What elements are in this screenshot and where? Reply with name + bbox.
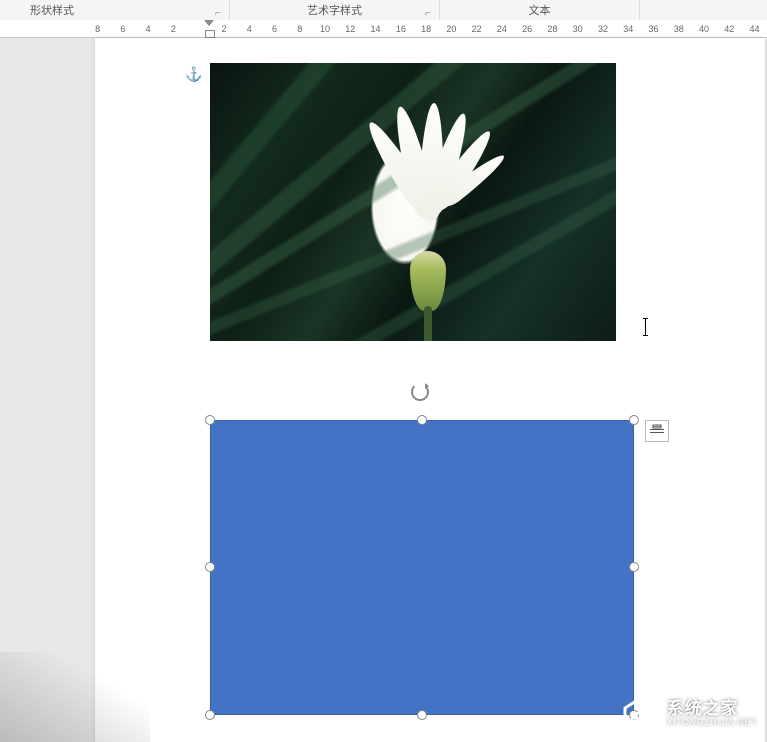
ruler-tick: 34: [616, 24, 641, 34]
resize-handle-middle-right[interactable]: [629, 562, 639, 572]
ruler-tick: 26: [515, 24, 540, 34]
resize-handle-top-middle[interactable]: [417, 415, 427, 425]
ruler-tick: 24: [489, 24, 514, 34]
ruler-tick: 10: [312, 24, 337, 34]
resize-handle-middle-left[interactable]: [205, 562, 215, 572]
dialog-launcher-icon[interactable]: ⌐: [215, 8, 225, 18]
dialog-launcher-icon[interactable]: ⌐: [425, 8, 435, 18]
layout-options-button[interactable]: [645, 420, 669, 442]
watermark-title: 系统之家: [667, 700, 757, 719]
watermark-logo-icon: [621, 696, 661, 732]
group-label-wordart: 艺术字样式: [307, 2, 362, 18]
ruler-tick: 12: [338, 24, 363, 34]
ruler-tick: 4: [136, 24, 161, 34]
ruler-tick: 30: [565, 24, 590, 34]
watermark: 系统之家 XITONGZHIJIA.NET: [621, 696, 757, 732]
ruler-tick: 20: [439, 24, 464, 34]
text-cursor-icon: [645, 318, 646, 336]
layout-options-icon: [649, 424, 665, 438]
resize-handle-top-right[interactable]: [629, 415, 639, 425]
ruler-tick: 16: [388, 24, 413, 34]
ruler-tick: 22: [464, 24, 489, 34]
ruler-tick: 6: [262, 24, 287, 34]
rotate-handle-icon[interactable]: [411, 383, 429, 401]
ruler-tick: 2: [161, 24, 186, 34]
group-wordart-styles: 艺术字样式 ⌐: [230, 0, 440, 20]
ruler-tick: 40: [691, 24, 716, 34]
ruler-tick: 14: [363, 24, 388, 34]
document-canvas[interactable]: ⚓: [0, 38, 767, 742]
ruler-tick: 4: [237, 24, 262, 34]
ruler-tick: 42: [717, 24, 742, 34]
ribbon-group-labels: 形状样式 ⌐ 艺术字样式 ⌐ 文本: [0, 0, 767, 20]
resize-handle-bottom-left[interactable]: [205, 710, 215, 720]
anchor-icon: ⚓: [185, 66, 202, 83]
inserted-image[interactable]: [210, 63, 616, 341]
ruler-tick: 38: [666, 24, 691, 34]
group-label-text: 文本: [529, 2, 551, 18]
group-text: 文本: [440, 0, 640, 20]
horizontal-ruler[interactable]: 8642246810121416182022242628303234363840…: [0, 20, 767, 38]
watermark-url: XITONGZHIJIA.NET: [667, 718, 757, 728]
ruler-tick: 36: [641, 24, 666, 34]
ruler-tick: 8: [287, 24, 312, 34]
ruler-tick: 28: [540, 24, 565, 34]
selected-rectangle-shape[interactable]: [210, 420, 634, 715]
ruler-tick: 44: [742, 24, 767, 34]
ruler-tick: 18: [413, 24, 438, 34]
ruler-tick: 8: [85, 24, 110, 34]
ruler-tick: 2: [211, 24, 236, 34]
group-label-shape: 形状样式: [30, 2, 74, 18]
ruler-tick: 6: [110, 24, 135, 34]
resize-handle-bottom-middle[interactable]: [417, 710, 427, 720]
resize-handle-top-left[interactable]: [205, 415, 215, 425]
ruler-tick: 32: [590, 24, 615, 34]
group-shape-styles: 形状样式 ⌐: [0, 0, 230, 20]
document-page[interactable]: ⚓: [95, 38, 765, 742]
image-content: [410, 251, 446, 311]
